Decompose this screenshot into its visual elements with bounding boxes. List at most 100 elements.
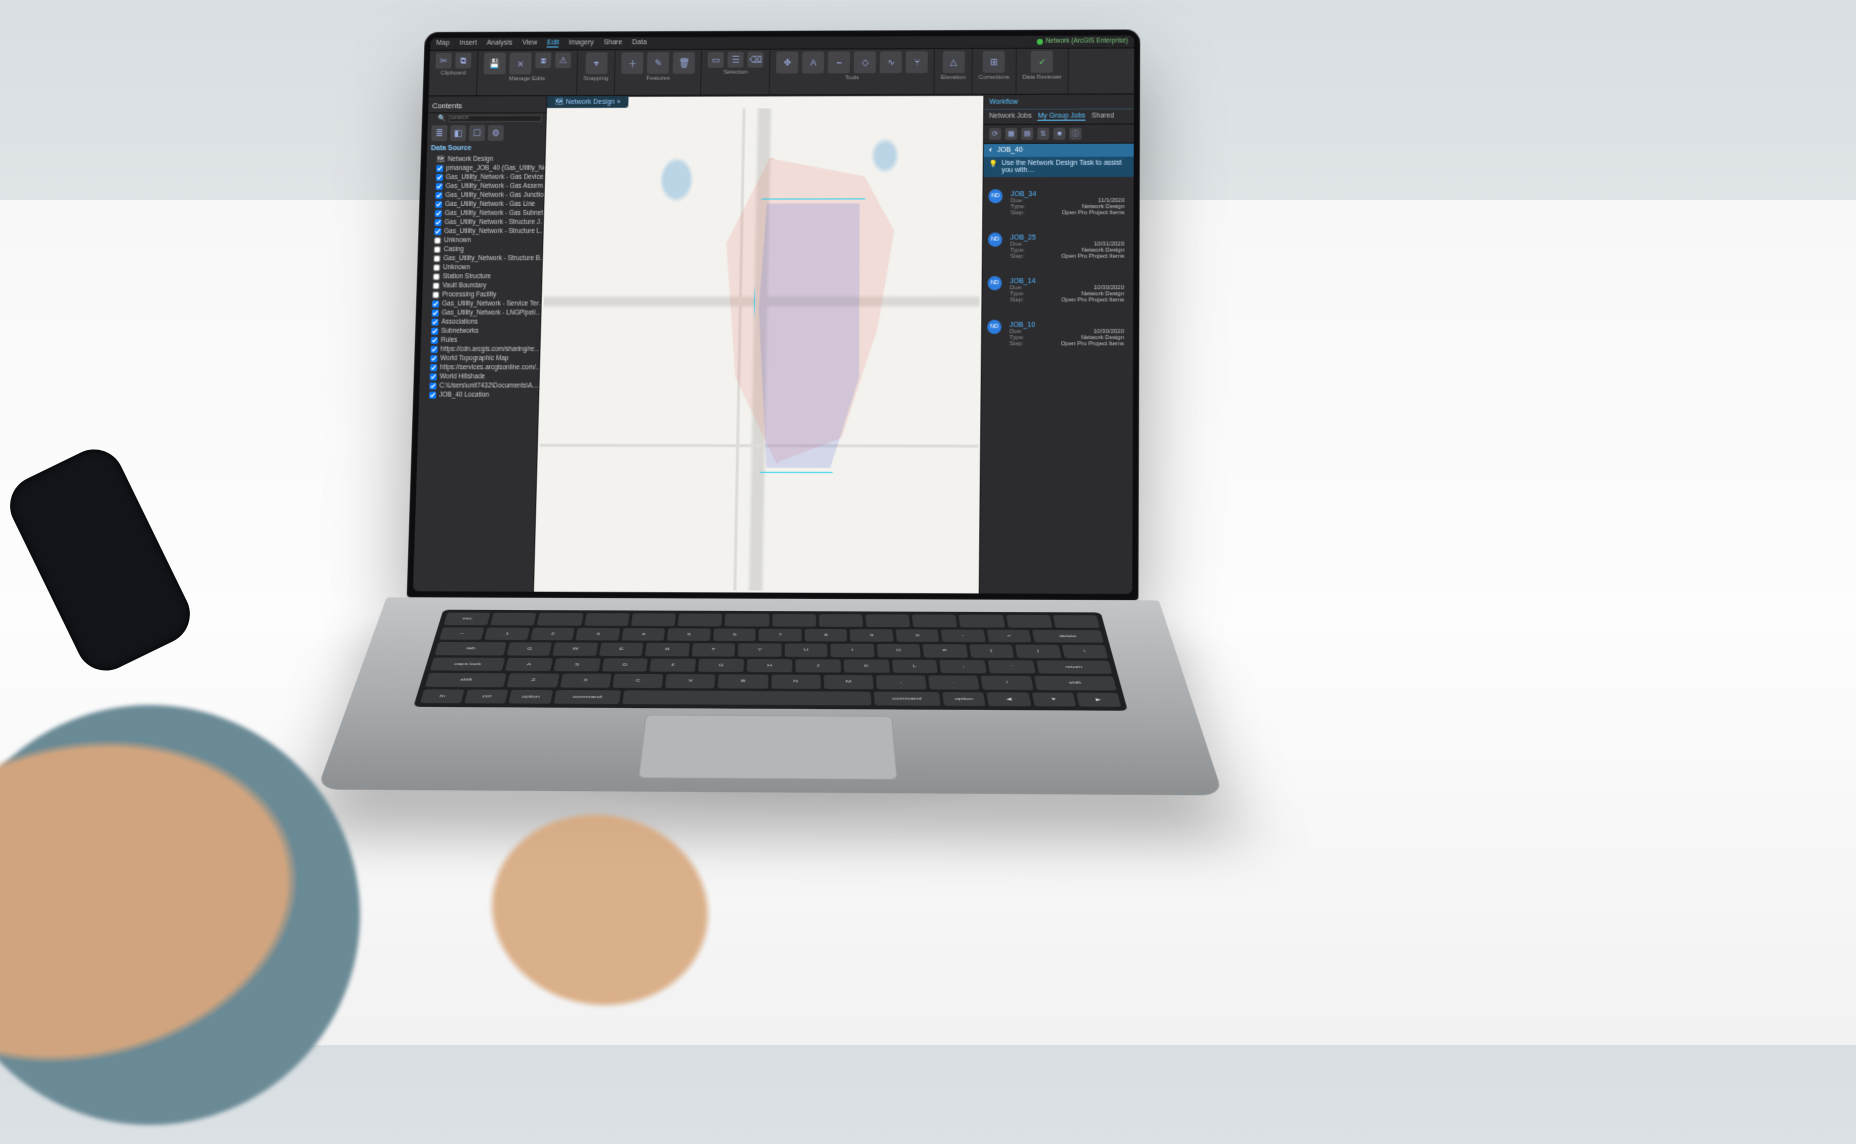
layer-visibility-checkbox[interactable] [433, 264, 440, 271]
layer-row[interactable]: Station Structure [423, 272, 542, 281]
toc-search-input[interactable] [449, 114, 542, 121]
current-job-row[interactable]: ◐ JOB_40 [984, 144, 1134, 157]
edge-icon[interactable]: ⎯ [828, 51, 850, 73]
layer-visibility-checkbox[interactable] [430, 373, 437, 380]
layer-row[interactable]: Gas_Utility_Network - Structure J… [425, 218, 543, 227]
layer-row[interactable]: Gas_Utility_Network - Gas Device [426, 173, 544, 182]
layer-row[interactable]: https://cdn.arcgis.com/sharing/re… [421, 345, 540, 354]
layer-visibility-checkbox[interactable] [433, 255, 440, 262]
job-card[interactable]: NDJOB_10Due:10/30/2020Type:Network Desig… [987, 318, 1128, 352]
layer-visibility-checkbox[interactable] [436, 174, 443, 181]
layer-visibility-checkbox[interactable] [429, 382, 436, 389]
root-layer[interactable]: 🗺 Network Design [427, 154, 545, 164]
layer-row[interactable]: Gas_Utility_Network - Service Ter… [422, 299, 541, 308]
filter-icon[interactable]: ⚙ [488, 125, 504, 141]
delete-icon[interactable]: 🗑 [673, 52, 695, 74]
layer-visibility-checkbox[interactable] [430, 364, 437, 371]
layer-row[interactable]: World Topographic Map [420, 354, 539, 363]
split-icon[interactable]: ⑂ [906, 51, 928, 73]
layer-visibility-checkbox[interactable] [434, 246, 441, 253]
layer-visibility-checkbox[interactable] [431, 328, 438, 335]
layer-visibility-checkbox[interactable] [431, 319, 438, 326]
list-by-drawing-icon[interactable]: ≣ [431, 125, 447, 141]
sort-icon[interactable]: ⇅ [1037, 128, 1049, 140]
layer-row[interactable]: JOB_40 Location [419, 391, 538, 400]
ribbon-tab-map[interactable]: Map [436, 40, 450, 48]
layer-row[interactable]: pmanage_JOB_40 (Gas_Utility_Net… [426, 164, 544, 173]
annotation-icon[interactable]: A [802, 51, 824, 73]
reshape-icon[interactable]: ∿ [880, 51, 902, 73]
layer-row[interactable]: Associations [421, 318, 540, 327]
layer-row[interactable]: Unknown [423, 263, 542, 272]
layer-row[interactable]: Gas_Utility_Network - Gas Line [425, 200, 543, 209]
layer-row[interactable]: Gas_Utility_Network - Gas Assem… [426, 182, 544, 191]
layer-visibility-checkbox[interactable] [435, 210, 442, 217]
layer-row[interactable]: World Hillshade [420, 372, 539, 381]
save-icon[interactable]: 💾 [484, 53, 506, 75]
layer-visibility-checkbox[interactable] [429, 392, 436, 399]
layer-visibility-checkbox[interactable] [431, 346, 438, 353]
attributes-icon[interactable]: ☰ [728, 52, 744, 68]
layer-visibility-checkbox[interactable] [433, 273, 440, 280]
layer-row[interactable]: Processing Facility [422, 290, 541, 299]
map-tab[interactable]: 🗺 Network Design × [547, 96, 629, 108]
layer-visibility-checkbox[interactable] [431, 337, 438, 344]
wf-tab-network-jobs[interactable]: Network Jobs [989, 113, 1032, 121]
layer-visibility-checkbox[interactable] [434, 237, 441, 244]
layer-visibility-checkbox[interactable] [435, 201, 442, 208]
cut-icon[interactable]: ✂ [435, 53, 451, 69]
elevation-icon[interactable]: △ [942, 51, 964, 73]
vertices-icon[interactable]: ◇ [854, 51, 876, 73]
layer-visibility-checkbox[interactable] [434, 228, 441, 235]
layer-row[interactable]: Gas_Utility_Network - Structure B… [423, 254, 542, 263]
layer-row[interactable]: Vault Boundary [423, 281, 542, 290]
layer-row[interactable]: Gas_Utility_Network - LNGPipeli… [422, 309, 541, 318]
ribbon-tab-view[interactable]: View [522, 40, 537, 48]
job-card[interactable]: NDJOB_25Due:10/31/2020Type:Network Desig… [988, 230, 1129, 264]
layer-row[interactable]: Casing [424, 245, 543, 254]
snapping-icon[interactable]: ⌖ [585, 52, 607, 74]
layer-visibility-checkbox[interactable] [432, 300, 439, 307]
layer-row[interactable]: Unknown [424, 236, 543, 245]
open-icon[interactable]: ▦ [1005, 128, 1017, 140]
layer-row[interactable]: Gas_Utility_Network - Gas Subnet… [425, 209, 543, 218]
ribbon-tab-data[interactable]: Data [632, 39, 647, 47]
stop-icon[interactable]: ■ [1053, 128, 1065, 140]
layer-row[interactable]: Subnetworks [421, 327, 540, 336]
topology-icon[interactable]: ⧈ [535, 52, 551, 68]
layer-visibility-checkbox[interactable] [435, 192, 442, 199]
map-view[interactable]: 🗺 Network Design × [534, 96, 983, 594]
layer-visibility-checkbox[interactable] [432, 310, 439, 317]
refresh-icon[interactable]: ⟳ [989, 128, 1001, 140]
filter-icon[interactable]: ▤ [1021, 128, 1033, 140]
layer-visibility-checkbox[interactable] [434, 219, 441, 226]
wf-tab-my-group-jobs[interactable]: My Group Jobs [1038, 113, 1086, 121]
ribbon-tab-analysis[interactable]: Analysis [487, 40, 513, 48]
list-by-selection-icon[interactable]: ☐ [469, 125, 485, 141]
job-card[interactable]: NDJOB_34Due:11/1/2020Type:Network Design… [988, 187, 1128, 220]
ribbon-tab-edit[interactable]: Edit [547, 40, 559, 48]
layer-visibility-checkbox[interactable] [430, 355, 437, 362]
list-by-source-icon[interactable]: ◧ [450, 125, 466, 141]
wf-tab-shared[interactable]: Shared [1091, 113, 1114, 121]
move-icon[interactable]: ✥ [776, 52, 798, 74]
layer-row[interactable]: C:\Users\unit7432\Documents\A… [419, 381, 538, 390]
layer-row[interactable]: Gas_Utility_Network - Structure L… [424, 227, 543, 236]
clear-icon[interactable]: ⌫ [748, 52, 764, 68]
layer-row[interactable]: Gas_Utility_Network - Gas Junctio… [425, 191, 543, 200]
modify-icon[interactable]: ✎ [647, 52, 669, 74]
discard-icon[interactable]: ⨯ [509, 52, 531, 74]
layer-visibility-checkbox[interactable] [436, 165, 443, 172]
copy-icon[interactable]: ⧉ [455, 53, 471, 69]
job-card[interactable]: NDJOB_14Due:10/30/2020Type:Network Desig… [987, 274, 1128, 308]
select-icon[interactable]: ▭ [708, 52, 724, 68]
manage-quality-icon[interactable]: ✓ [1031, 51, 1053, 73]
layer-visibility-checkbox[interactable] [436, 183, 443, 190]
layer-row[interactable]: Rules [421, 336, 540, 345]
ribbon-tab-share[interactable]: Share [604, 39, 623, 47]
error-inspector-icon[interactable]: ⚠ [555, 52, 571, 68]
layer-visibility-checkbox[interactable] [432, 282, 439, 289]
ground-to-grid-icon[interactable]: ⊞ [983, 51, 1005, 73]
layer-row[interactable]: https://services.arcgisonline.com/… [420, 363, 539, 372]
ribbon-tab-imagery[interactable]: Imagery [569, 39, 594, 47]
